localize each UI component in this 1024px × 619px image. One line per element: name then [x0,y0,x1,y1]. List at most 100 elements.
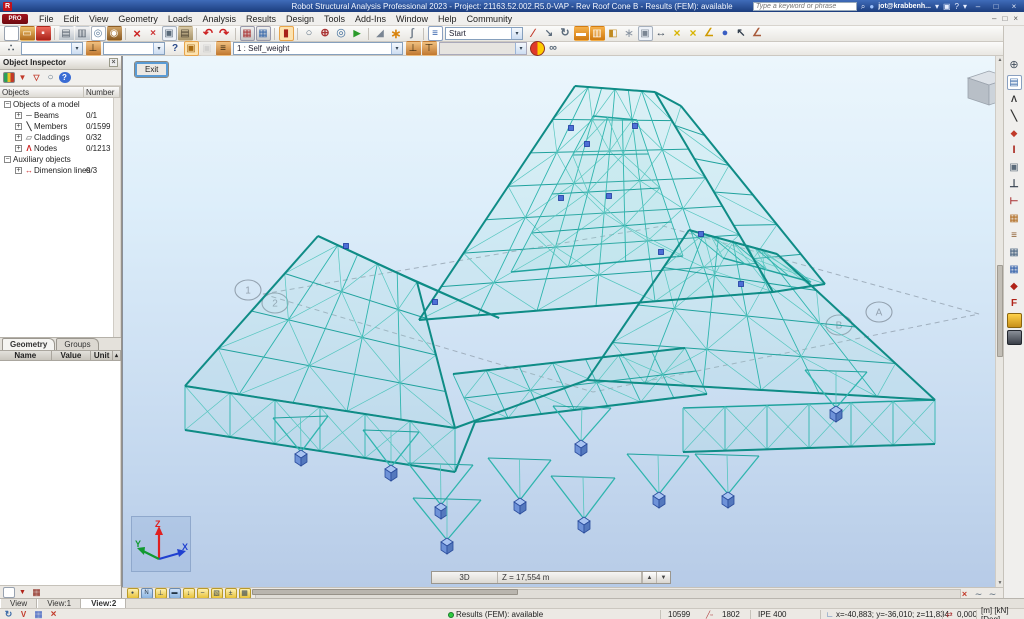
results-status[interactable]: Results (FEM): available [448,609,543,619]
layout-list-icon[interactable]: ≡ [428,26,443,41]
collapse-icon[interactable]: − [4,101,11,108]
axes-yellow-2-icon[interactable]: × [686,26,701,41]
analysis-run-icon[interactable] [530,41,545,56]
close-button[interactable]: × [1007,2,1021,11]
exit-button[interactable]: Exit [135,62,168,77]
expand-icon[interactable]: + [15,167,22,174]
stamp-bars-icon[interactable]: ⊥ [86,41,101,56]
account-label[interactable]: jot@krabbenh... [878,3,931,10]
user-avatar-icon[interactable]: ● [869,2,874,11]
pan-points-icon[interactable]: ↘ [542,26,557,41]
menu-results[interactable]: Results [241,14,281,24]
search-input[interactable] [753,2,857,11]
mdi-restore-button[interactable]: □ [1002,14,1007,23]
menu-analysis[interactable]: Analysis [197,14,241,24]
chevron-down-icon[interactable]: ▾ [511,28,522,39]
connection-red-icon[interactable]: ◆ [1007,279,1022,294]
menu-geometry[interactable]: Geometry [113,14,163,24]
menu-loads[interactable]: Loads [163,14,198,24]
view-model-icon[interactable]: ▣ [184,41,199,56]
hscroll-thumb[interactable] [252,589,518,595]
print-preview-icon[interactable]: ▥ [75,26,90,41]
selection-combo[interactable]: ▾ [21,42,83,55]
results-lock-icon[interactable]: ▮ [279,26,294,41]
robot-pro-logo[interactable]: PRO [2,14,28,24]
grid-mesh-icon[interactable]: ▦ [1007,245,1022,260]
menu-edit[interactable]: Edit [59,14,85,24]
view-tab-view-2[interactable]: View:2 [81,599,126,608]
release-tool-icon[interactable]: ⊢ [1007,194,1022,209]
tab-geometry[interactable]: Geometry [2,338,55,350]
calculation-messages-icon[interactable]: ▦ [256,26,271,41]
mdi-close-button[interactable]: × [1013,14,1018,23]
objects-column-header[interactable]: Objects [0,87,84,97]
menu-window[interactable]: Window [391,14,433,24]
stairs-tool-icon[interactable]: ≡ [1007,228,1022,243]
tree-row-auxiliary-objects[interactable]: −Auxiliary objects [0,154,120,165]
number-column-header[interactable]: Number of... [84,87,120,97]
redraw-brush-icon[interactable]: ∕ [526,26,541,41]
sections-display-icon[interactable]: ▬ [574,26,589,41]
search-lens-icon[interactable]: ○ [45,72,57,83]
mirror-display-icon[interactable]: ◧ [606,26,621,41]
help-caret-icon[interactable]: ▾ [963,2,967,11]
member-box-icon[interactable] [1007,313,1022,328]
xmark-small-icon[interactable]: × [48,609,60,619]
copy-offset-icon[interactable]: ▣ [1007,160,1022,175]
expand-icon[interactable]: + [15,134,22,141]
select-nodes-icon[interactable]: ∴ [4,41,19,56]
delete-selection-icon[interactable]: × [130,26,145,41]
name-column-header[interactable]: Name [0,350,52,361]
walk-through-icon[interactable]: ▶ [350,26,365,41]
tab-groups[interactable]: Groups [56,338,98,350]
current-section-label[interactable]: IPE 400 [758,609,786,619]
calculations-icon[interactable]: ▦ [240,26,255,41]
orbit-home-icon[interactable]: ⊕ [1007,58,1022,73]
help-circle-icon[interactable]: ? [59,72,71,83]
copy-icon[interactable]: ▣ [162,26,177,41]
chevron-down-icon[interactable]: ▾ [391,43,402,54]
axis-bubble-A[interactable]: A [866,302,892,322]
print-icon[interactable]: ▤ [59,26,74,41]
help-pointer-icon[interactable]: ? [168,41,183,56]
level-up-icon[interactable]: ▲ [642,572,656,583]
maximize-button[interactable]: □ [989,2,1003,11]
axis-bubble-1[interactable]: 1 [235,280,261,300]
profile-ibeam-icon[interactable]: I [1007,143,1022,158]
menu-community[interactable]: Community [462,14,518,24]
refresh-small-icon[interactable]: ↻ [3,609,15,619]
tree-row-nodes[interactable]: +ΛNodes0/1213 [0,143,120,154]
minimize-button[interactable]: – [971,2,985,11]
stamp-b-icon[interactable]: ⊤ [422,41,437,56]
load-case-combo[interactable]: 1 : Self_weight▾ [233,42,403,55]
menu-design[interactable]: Design [281,14,319,24]
menu-help[interactable]: Help [433,14,462,24]
mdi-minimize-button[interactable]: – [992,14,996,23]
filter-funnel-icon[interactable]: ▼ [17,72,29,83]
calculation-gears-icon[interactable]: ∗ [389,26,404,41]
unit-column-header[interactable]: Unit [91,350,113,361]
section-red-icon[interactable]: ◆ [1007,126,1022,141]
nodes-tool-icon[interactable]: Λ [1007,92,1022,107]
tree-row-beams[interactable]: +─Beams0/1 [0,110,120,121]
panel-close-icon[interactable]: × [109,58,118,67]
units-label[interactable]: [m] [kN] [Deg] [981,609,1024,619]
bookmark-flag-icon[interactable] [3,72,15,83]
expand-icon[interactable]: + [15,123,22,130]
new-file-icon[interactable] [4,26,19,41]
select-arrow-icon[interactable]: ↖ [734,26,749,41]
scroll-up-icon[interactable]: ▴ [113,350,121,361]
filter-combo[interactable]: ▾ [103,42,165,55]
tree-row-members[interactable]: +╲Members0/1599 [0,121,120,132]
vq-small-icon[interactable]: V [18,609,30,619]
filter-off-icon[interactable]: ▽ [31,72,43,83]
level-down-icon[interactable]: ▼ [656,572,670,583]
project-panel-icon[interactable]: ▤ [1007,75,1022,90]
chevron-down-icon[interactable]: ▾ [71,43,82,54]
save-project-icon[interactable]: ▪ [36,26,51,41]
profile-f-icon[interactable]: F [1007,296,1022,311]
value-column-header[interactable]: Value [52,350,92,361]
viewport-vscrollbar[interactable]: ▲ ▼ [995,56,1003,587]
chevron-down-icon[interactable]: ▾ [153,43,164,54]
solid-box-icon[interactable] [1007,330,1022,345]
